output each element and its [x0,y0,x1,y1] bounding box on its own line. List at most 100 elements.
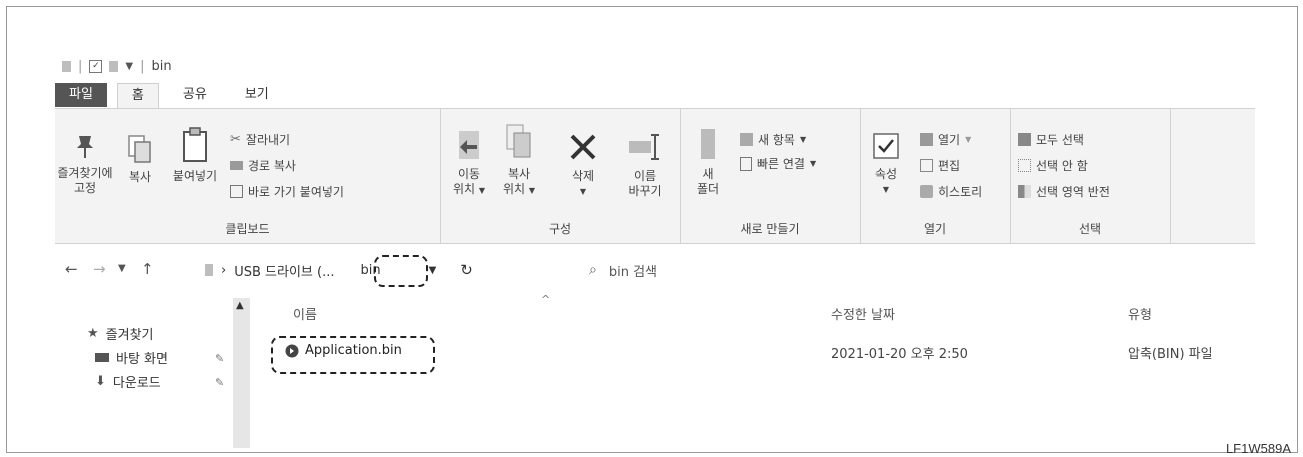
back-arrow-icon[interactable]: ← [65,260,78,278]
address-dropdown-icon[interactable]: ▼ [429,265,437,276]
search-placeholder: bin 검색 [608,264,657,280]
new-item-button[interactable]: 새 항목 ▼ [740,131,806,148]
copy-button[interactable]: 복사 [119,134,161,185]
download-arrow-icon: ⬇ [95,374,106,389]
column-header-type[interactable]: 유형 [1128,304,1152,323]
edit-button[interactable]: 편집 [920,157,960,174]
tab-share[interactable]: 공유 [169,83,221,107]
open-button[interactable]: 열기 ▼ [920,131,971,148]
organize-group: 이동 위치 ▼ 복사 위치 ▼ 삭제 ▼ 이름 바꾸기 구성 [440,109,681,243]
invert-selection-icon [1018,185,1031,198]
tab-file[interactable]: 파일 [55,83,107,107]
chevron-down-icon: ▼ [809,159,817,168]
address-row: ← → ▼ ↑ › USB 드라이브 (... bin ▼ ↻ ⌕ bin 검색 [55,256,1255,284]
scissors-icon: ✂ [230,132,241,147]
paste-button[interactable]: 붙여넣기 [167,127,223,184]
checkbox-icon[interactable]: ✓ [89,59,103,73]
forward-arrow-icon[interactable]: → [93,260,106,278]
chevron-down-icon: ▼ [799,135,807,144]
copy-path-icon [230,161,243,170]
organize-group-label: 구성 [548,222,572,236]
open-group: 속성 ▼ 열기 ▼ 편집 히스토리 열기 [860,109,1011,243]
navigation-pane: ▲ ★ 즐겨찾기 바탕 화면 ✎ ⬇ 다운로드 ✎ [55,290,250,450]
invert-selection-button[interactable]: 선택 영역 반전 [1018,183,1110,200]
history-icon [920,185,933,198]
nav-item-desktop[interactable]: 바탕 화면 [95,348,168,367]
clipboard-group-label: 클립보드 [225,222,270,236]
pin-icon [77,136,93,158]
pin-icon[interactable]: ✎ [215,376,224,389]
copy-to-button[interactable]: 복사 위치 ▼ [498,123,540,198]
separator: | [78,58,83,74]
file-row-type: 압축(BIN) 파일 [1128,347,1213,362]
copy-icon [128,135,151,163]
search-icon: ⌕ [589,262,597,278]
properties-check-icon [873,133,899,159]
paste-icon [183,127,207,162]
ribbon: 즐겨찾기에 고정 복사 붙여넣기 ✂ 잘라내기 경로 복사 바로 가기 붙여넣기… [55,108,1255,244]
folder-icon[interactable] [109,60,119,72]
drive-icon [205,264,213,276]
tab-home[interactable]: 홈 [116,83,159,108]
title-bar: | ✓ ▼ | bin [62,55,172,77]
properties-button[interactable]: 속성 ▼ [866,129,906,197]
select-group: 모두 선택 선택 안 함 선택 영역 반전 선택 [1010,109,1171,243]
breadcrumb-separator: › [221,262,227,278]
paste-shortcut-icon [230,185,243,198]
breadcrumb-usb-drive[interactable]: USB 드라이브 (... [234,261,334,280]
select-group-label: 선택 [1078,222,1102,236]
clipboard-group: 즐겨찾기에 고정 복사 붙여넣기 ✂ 잘라내기 경로 복사 바로 가기 붙여넣기… [55,109,441,243]
search-box[interactable]: ⌕ bin 검색 [575,258,1255,282]
window-title: bin [151,58,172,74]
copy-to-icon [506,124,531,158]
open-icon [920,133,933,146]
select-all-icon [1018,133,1031,146]
nav-scrollbar[interactable]: ▲ [233,298,250,448]
rename-icon [629,134,659,160]
quick-access-dropdown-icon[interactable]: ▼ [125,61,133,72]
new-group: 새 폴더 새 항목 ▼ 빠른 연결 ▼ 새로 만들기 [680,109,861,243]
highlight-file-application [271,336,435,374]
ribbon-tabs: 파일 홈 공유 보기 [55,83,293,108]
delete-button[interactable]: 삭제 ▼ [562,131,604,199]
move-to-icon [459,131,479,159]
easy-access-button[interactable]: 빠른 연결 ▼ [740,155,816,172]
rename-button[interactable]: 이름 바꾸기 [620,131,670,199]
new-group-label: 새로 만들기 [740,222,800,236]
nav-item-quick-access[interactable]: ★ 즐겨찾기 [87,324,154,343]
pin-to-quick-access-button[interactable]: 즐겨찾기에 고정 [55,134,115,196]
move-to-button[interactable]: 이동 위치 ▼ [448,129,490,198]
nav-item-downloads[interactable]: ⬇ 다운로드 [95,372,161,391]
open-group-label: 열기 [923,222,947,236]
sort-up-indicator-icon: ^ [541,293,551,306]
column-header-modified[interactable]: 수정한 날짜 [831,304,895,323]
chevron-down-icon: ▼ [965,135,972,144]
delete-x-icon [570,134,596,160]
new-folder-icon [701,129,715,159]
folder-icon [62,60,71,72]
select-all-button[interactable]: 모두 선택 [1018,131,1084,148]
file-row-modified: 2021-01-20 오후 2:50 [831,347,968,362]
select-none-icon [1018,159,1031,172]
new-folder-button[interactable]: 새 폴더 [690,127,726,197]
figure-code: LF1W589A [1225,441,1291,456]
recent-locations-chevron-icon[interactable]: ▼ [118,263,126,274]
easy-access-icon [740,156,752,171]
select-none-button[interactable]: 선택 안 함 [1018,157,1088,174]
column-header-name[interactable]: 이름 [293,304,317,323]
cut-button[interactable]: ✂ 잘라내기 [230,131,290,148]
paste-shortcut-button[interactable]: 바로 가기 붙여넣기 [230,183,344,200]
tab-view[interactable]: 보기 [231,83,283,107]
copy-path-button[interactable]: 경로 복사 [230,157,296,174]
separator: | [140,58,145,74]
new-item-icon [740,133,753,146]
star-icon: ★ [87,326,99,341]
highlight-address-bin [374,255,428,287]
history-button[interactable]: 히스토리 [920,183,982,200]
scroll-up-icon[interactable]: ▲ [236,300,244,311]
refresh-icon[interactable]: ↻ [460,261,473,279]
edit-icon [920,159,933,172]
pin-icon[interactable]: ✎ [215,352,224,365]
up-arrow-icon[interactable]: ↑ [141,260,154,278]
desktop-icon [95,353,109,362]
